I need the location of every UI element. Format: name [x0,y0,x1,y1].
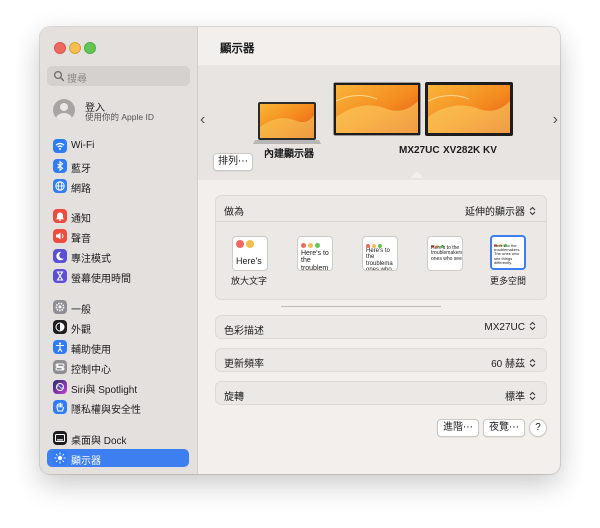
sidebar-item-appearance[interactable]: 外觀 [47,318,189,336]
sidebar-item-screen-time[interactable]: 螢幕使用時間 [47,267,189,285]
chevron-right-icon[interactable]: › [553,111,558,129]
control-center-icon [53,360,67,374]
sidebar-item-label: 螢幕使用時間 [71,274,131,285]
color-profile-row[interactable]: 色彩描述 MX27UC [215,315,547,339]
updown-chevron-icon [529,207,536,216]
main-content: 顯示器 ‹ › 排列⋯ 內建顯示器 MX27UC XV282K KV 做為 延伸… [198,27,560,474]
sidebar-item-wifi[interactable]: Wi-Fi [47,137,189,155]
use-as-label: 做為 [224,207,244,218]
rotation-select[interactable]: 標準 [505,388,536,403]
gear-icon [53,300,67,314]
sidebar-item-focus[interactable]: 專注模式 [47,247,189,265]
wifi-icon [53,139,67,153]
sidebar-item-privacy-security[interactable]: 隱私權與安全性 [47,398,189,416]
sidebar-item-label: 網路 [71,184,91,195]
color-profile-label: 色彩描述 [224,326,264,337]
bell-icon [53,209,67,223]
refresh-rate-row[interactable]: 更新頻率 60 赫茲 [215,348,547,372]
larger-text-label: 放大文字 [231,276,268,286]
hand-icon [53,400,67,414]
scale-option-2[interactable]: Here's to the troublem [297,236,333,271]
scale-option-more-space[interactable]: Here's to the troublemakers. The ones wh… [490,235,526,270]
siri-icon [53,380,67,394]
sidebar-item-label: 通知 [71,214,91,225]
sidebar-item-notifications[interactable]: 通知 [47,207,189,225]
sidebar-item-label: 藍牙 [71,164,91,175]
color-profile-select[interactable]: MX27UC [484,322,536,333]
scale-option-3[interactable]: Here's to the troublema ones who [362,236,398,271]
sidebar-item-bluetooth[interactable]: 藍牙 [47,157,189,175]
dock-icon [53,431,67,445]
display-name-xv282k[interactable]: XV282K KV [443,145,497,156]
built-in-display-thumbnail[interactable] [249,101,325,147]
sidebar: 搜尋 登入 使用你的 Apple ID Wi-Fi 藍牙 網路 通知 聲音 專注… [40,27,198,474]
refresh-rate-label: 更新頻率 [224,359,264,370]
sidebar-item-label: Wi-Fi [71,140,95,151]
sidebar-item-label: 桌面與 Dock [71,436,127,447]
use-as-select[interactable]: 延伸的顯示器 [465,203,536,218]
rotation-label: 旋轉 [224,392,244,403]
brightness-icon [53,451,67,465]
avatar [53,99,75,121]
system-settings-window: 搜尋 登入 使用你的 Apple ID Wi-Fi 藍牙 網路 通知 聲音 專注… [40,27,560,474]
appearance-icon [53,320,67,334]
search-input[interactable]: 搜尋 [47,66,190,86]
sidebar-item-label: 聲音 [71,234,91,245]
mx27uc-display-thumbnail[interactable] [332,81,422,147]
xv282k-display-thumbnail[interactable] [424,81,514,147]
minimize-button[interactable] [69,42,81,54]
use-as-value: 延伸的顯示器 [465,207,525,218]
sidebar-item-network[interactable]: 網路 [47,177,189,195]
sidebar-item-general[interactable]: 一般 [47,298,189,316]
updown-chevron-icon [529,322,536,331]
speaker-icon [53,229,67,243]
close-button[interactable] [54,42,66,54]
display-name-mx27uc[interactable]: MX27UC [399,145,440,156]
sidebar-item-label: 顯示器 [71,456,101,467]
scale-option-larger-text[interactable]: Here's [232,236,268,271]
zoom-button[interactable] [84,42,96,54]
sidebar-item-label: 外觀 [71,325,91,336]
hourglass-icon [53,269,67,283]
account-subtitle: 使用你的 Apple ID [85,112,154,122]
bluetooth-icon [53,159,67,173]
scale-option-4[interactable]: Here's to the troublemakers ones who see [427,236,463,271]
sidebar-item-label: 隱私權與安全性 [71,405,141,416]
updown-chevron-icon [529,359,536,368]
sidebar-item-label: 輔助使用 [71,345,111,356]
sidebar-item-label: 專注模式 [71,254,111,265]
refresh-rate-select[interactable]: 60 赫茲 [491,355,536,370]
sidebar-item-accessibility[interactable]: 輔助使用 [47,338,189,356]
arrange-button[interactable]: 排列⋯ [213,153,253,171]
chevron-left-icon[interactable]: ‹ [200,111,205,129]
sidebar-item-siri-spotlight[interactable]: Siri與 Spotlight [47,378,189,396]
more-space-label: 更多空間 [490,276,527,286]
display-name-built-in[interactable]: 內建顯示器 [264,145,314,160]
updown-chevron-icon [529,392,536,401]
sidebar-item-desktop-dock[interactable]: 桌面與 Dock [47,429,189,447]
globe-icon [53,179,67,193]
sidebar-item-sound[interactable]: 聲音 [47,227,189,245]
sidebar-item-displays[interactable]: 顯示器 [47,449,189,467]
selected-display-indicator [410,171,424,178]
sidebar-item-control-center[interactable]: 控制中心 [47,358,189,376]
page-title: 顯示器 [220,43,255,55]
search-placeholder: 搜尋 [67,74,87,85]
accessibility-icon [53,340,67,354]
moon-icon [53,249,67,263]
night-shift-button[interactable]: 夜覽⋯ [483,419,525,437]
rotation-row[interactable]: 旋轉 標準 [215,381,547,405]
help-button[interactable]: ? [529,419,547,437]
sidebar-item-label: 控制中心 [71,365,111,376]
advanced-button[interactable]: 進階⋯ [437,419,479,437]
scale-slider-track[interactable] [281,306,441,307]
sidebar-item-label: 一般 [71,305,91,316]
search-icon [53,70,65,82]
sidebar-item-label: Siri與 Spotlight [71,385,138,396]
